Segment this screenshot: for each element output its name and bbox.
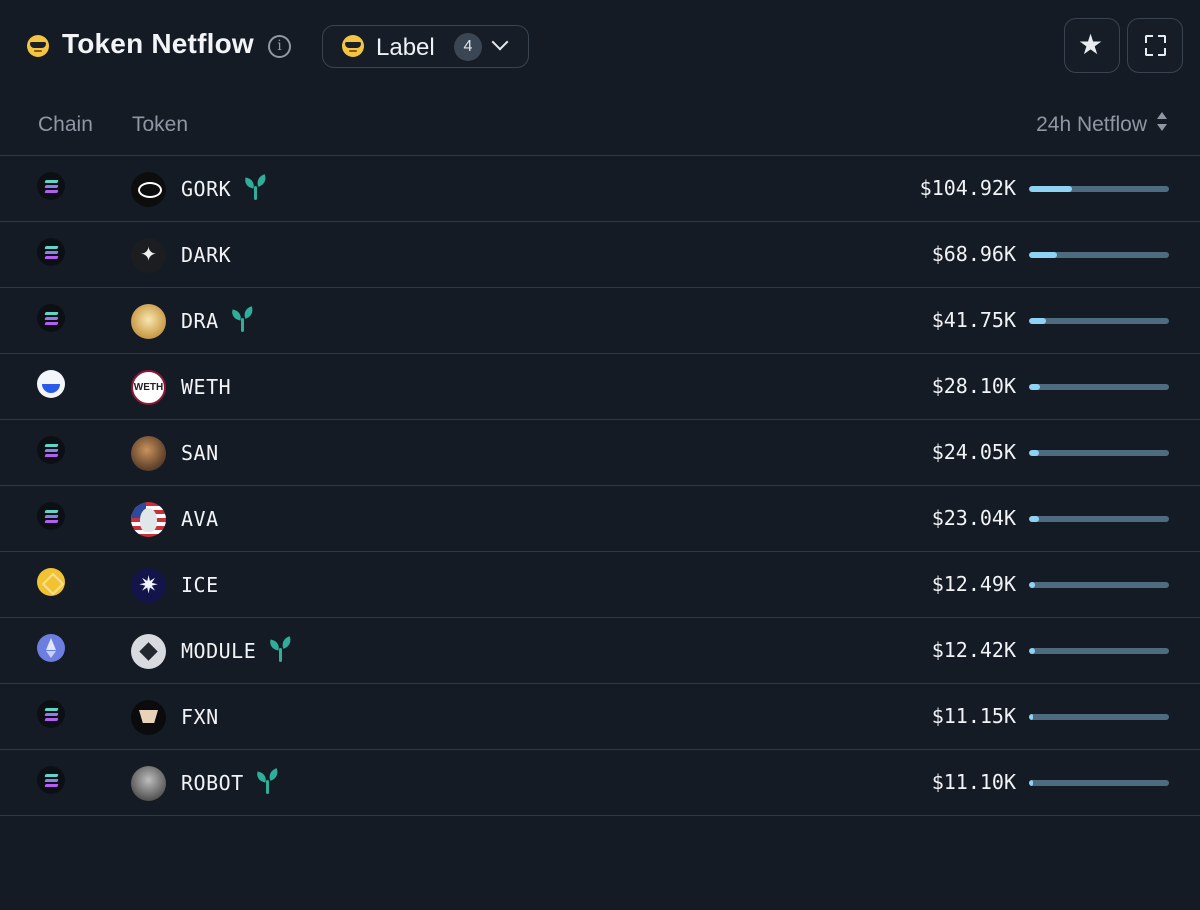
netflow-bar (1029, 582, 1169, 588)
new-token-sprout-icon (229, 306, 256, 334)
table-row[interactable]: WETH WETH $28.10K (0, 354, 1200, 420)
netflow-bar-fill (1029, 582, 1035, 588)
widget-title: Token Netflow (62, 28, 254, 59)
column-header-chain: Chain (38, 113, 93, 136)
base-chain-icon (37, 370, 65, 398)
token-name[interactable]: GORK (181, 177, 231, 201)
token-logo-icon (131, 304, 166, 339)
bsc-chain-icon (37, 568, 65, 596)
table-row[interactable]: ✦ DARK $68.96K (0, 222, 1200, 288)
netflow-bar (1029, 318, 1169, 324)
netflow-bar (1029, 450, 1169, 456)
table-row[interactable]: GORK $104.92K (0, 156, 1200, 222)
table-row[interactable]: SAN $24.05K (0, 420, 1200, 486)
table-row[interactable]: ✷ ICE $12.49K (0, 552, 1200, 618)
token-logo-icon (131, 436, 166, 471)
token-name[interactable]: WETH (181, 375, 231, 399)
netflow-value: $11.15K (931, 704, 1016, 728)
netflow-value: $104.92K (919, 176, 1016, 200)
new-token-sprout-icon (254, 768, 281, 796)
netflow-bar-fill (1029, 252, 1057, 258)
star-icon: ★ (1078, 28, 1104, 61)
token-logo-icon (131, 766, 166, 801)
solana-chain-icon (37, 238, 65, 266)
solana-chain-icon (37, 766, 65, 794)
sunglasses-emoji-icon (27, 35, 49, 57)
netflow-bar-fill (1029, 318, 1046, 324)
netflow-bar-fill (1029, 450, 1039, 456)
solana-chain-icon (37, 172, 65, 200)
netflow-bar (1029, 384, 1169, 390)
table-header: Chain Token 24h Netflow (0, 92, 1200, 156)
token-name[interactable]: AVA (181, 507, 219, 531)
token-logo-icon: ✷ (131, 568, 166, 603)
table-row[interactable]: MODULE $12.42K (0, 618, 1200, 684)
label-filter-dropdown[interactable]: Label 4 (322, 25, 529, 68)
column-header-token: Token (132, 113, 189, 136)
netflow-bar (1029, 714, 1169, 720)
ethereum-chain-icon (37, 634, 65, 662)
netflow-value: $23.04K (931, 506, 1016, 530)
token-name[interactable]: SAN (181, 441, 219, 465)
label-filter-text: Label (376, 34, 435, 61)
token-name[interactable]: DARK (181, 243, 231, 267)
token-name[interactable]: ICE (181, 573, 219, 597)
netflow-value: $28.10K (931, 374, 1016, 398)
token-logo-icon (131, 700, 166, 735)
widget-header: Token Netflow i Label 4 ★ (0, 0, 1200, 92)
solana-chain-icon (37, 502, 65, 530)
token-logo-icon: WETH (131, 370, 166, 405)
token-name[interactable]: MODULE (181, 639, 256, 663)
netflow-value: $41.75K (931, 308, 1016, 332)
new-token-sprout-icon (267, 636, 294, 664)
column-header-netflow[interactable]: 24h Netflow (1036, 113, 1147, 137)
info-circle-icon[interactable]: i (268, 35, 291, 58)
table-row[interactable]: DRA $41.75K (0, 288, 1200, 354)
netflow-bar (1029, 648, 1169, 654)
favorite-button[interactable]: ★ (1064, 18, 1120, 73)
netflow-value: $12.42K (931, 638, 1016, 662)
chevron-down-icon (491, 33, 509, 51)
token-logo-icon (131, 172, 166, 207)
token-name[interactable]: DRA (181, 309, 219, 333)
netflow-bar-fill (1029, 714, 1033, 720)
table-row[interactable]: FXN $11.15K (0, 684, 1200, 750)
label-count-badge: 4 (454, 33, 482, 61)
table-row[interactable]: ROBOT $11.10K (0, 750, 1200, 816)
solana-chain-icon (37, 700, 65, 728)
token-logo-icon: ✦ (131, 238, 166, 273)
new-token-sprout-icon (242, 174, 269, 202)
netflow-value: $12.49K (931, 572, 1016, 596)
netflow-bar-fill (1029, 648, 1035, 654)
netflow-bar (1029, 516, 1169, 522)
sunglasses-emoji-icon (342, 35, 364, 57)
netflow-bar-fill (1029, 780, 1033, 786)
netflow-bar-fill (1029, 186, 1072, 192)
netflow-value: $24.05K (931, 440, 1016, 464)
netflow-bar-fill (1029, 516, 1039, 522)
solana-chain-icon (37, 436, 65, 464)
token-logo-icon (131, 634, 166, 669)
sort-icon[interactable] (1155, 111, 1169, 133)
netflow-bar-fill (1029, 384, 1040, 390)
token-name[interactable]: ROBOT (181, 771, 244, 795)
token-name[interactable]: FXN (181, 705, 219, 729)
netflow-bar (1029, 780, 1169, 786)
netflow-bar (1029, 186, 1169, 192)
netflow-value: $68.96K (931, 242, 1016, 266)
table-row[interactable]: AVA $23.04K (0, 486, 1200, 552)
netflow-bar (1029, 252, 1169, 258)
fullscreen-button[interactable] (1127, 18, 1183, 73)
solana-chain-icon (37, 304, 65, 332)
token-logo-icon (131, 502, 166, 537)
netflow-value: $11.10K (931, 770, 1016, 794)
